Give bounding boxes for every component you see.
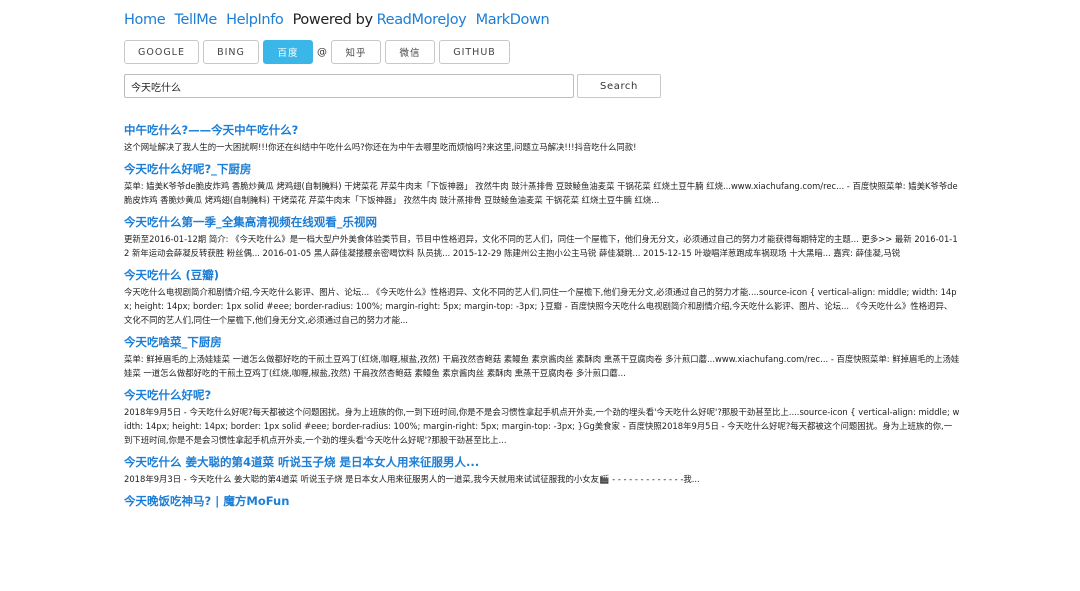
result-snippet: 更新至2016-01-12期 简介: 《今天吃什么》是一档大型户外美食体验类节目… (124, 234, 958, 258)
result-title-link[interactable]: 今天吃什么 姜大聪的第4道菜 听说玉子烧 是日本女人用来征服男人... (124, 454, 960, 471)
readmorejoy-link[interactable]: ReadMoreJoy (377, 12, 467, 28)
result-title-link[interactable]: 今天吃什么好呢? (124, 387, 960, 404)
powered-by-text: Powered by (292, 12, 373, 28)
result-item: 中午吃什么?——今天中午吃什么? 这个网址解决了我人生的一大困扰啊!!!你还在纠… (124, 122, 960, 154)
result-snippet: 菜单: 嫱美K爷爷de脆皮炸鸡 香脆炒黄瓜 烤鸡翅(自制腌料) 干烤菜花 芹菜牛… (124, 181, 958, 205)
result-item: 今天吃什么 姜大聪的第4道菜 听说玉子烧 是日本女人用来征服男人... 2018… (124, 454, 960, 486)
result-title-link[interactable]: 今天晚饭吃神马? | 魔方MoFun (124, 493, 960, 510)
result-item: 今天吃什么 (豆瓣) 今天吃什么电视剧简介和剧情介绍,今天吃什么影评、图片、论坛… (124, 267, 960, 327)
result-title-link[interactable]: 今天吃啥菜_下厨房 (124, 334, 960, 351)
engine-bing-button[interactable]: BING (203, 40, 259, 64)
home-link[interactable]: Home (124, 12, 166, 28)
result-snippet: 2018年9月5日 - 今天吃什么好呢?每天都被这个问题困扰。身为上班族的你,一… (124, 407, 960, 445)
engine-google-button[interactable]: GOOGLE (124, 40, 199, 64)
result-title-link[interactable]: 中午吃什么?——今天中午吃什么? (124, 122, 960, 139)
result-item: 今天吃什么第一季_全集高清视频在线观看_乐视网 更新至2016-01-12期 简… (124, 214, 960, 260)
result-item: 今天吃啥菜_下厨房 菜单: 鲜掉眉毛的上汤娃娃菜 一道怎么做都好吃的干煎土豆鸡丁… (124, 334, 960, 380)
tellme-link[interactable]: TellMe (174, 12, 217, 28)
result-item: 今天吃什么好呢?_下厨房 菜单: 嫱美K爷爷de脆皮炸鸡 香脆炒黄瓜 烤鸡翅(自… (124, 161, 960, 207)
result-snippet: 今天吃什么电视剧简介和剧情介绍,今天吃什么影评、图片、论坛... 《今天吃什么》… (124, 287, 957, 325)
result-title-link[interactable]: 今天吃什么好呢?_下厨房 (124, 161, 960, 178)
engine-zhihu-button[interactable]: 知乎 (331, 40, 381, 64)
top-nav: Home TellMe HelpInfo Powered by ReadMoreJ… (124, 12, 554, 28)
search-bar: Search (124, 74, 661, 98)
result-title-link[interactable]: 今天吃什么第一季_全集高清视频在线观看_乐视网 (124, 214, 960, 231)
engine-weixin-button[interactable]: 微信 (385, 40, 435, 64)
result-snippet: 这个网址解决了我人生的一大困扰啊!!!你还在纠结中午吃什么吗?你还在为中午去哪里… (124, 142, 637, 152)
engine-baidu-button[interactable]: 百度 (263, 40, 313, 64)
engine-github-button[interactable]: GITHUB (439, 40, 510, 64)
result-snippet: 菜单: 鲜掉眉毛的上汤娃娃菜 一道怎么做都好吃的干煎土豆鸡丁(红烧,咖喱,椒盐,… (124, 354, 960, 378)
result-snippet: 2018年9月3日 - 今天吃什么 姜大聪的第4道菜 听说玉子烧 是日本女人用来… (124, 474, 700, 484)
search-input[interactable] (124, 74, 574, 98)
search-button[interactable]: Search (577, 74, 661, 98)
result-item: 今天晚饭吃神马? | 魔方MoFun (124, 493, 960, 510)
result-title-link[interactable]: 今天吃什么 (豆瓣) (124, 267, 960, 284)
at-symbol: @ (317, 46, 327, 58)
markdown-link[interactable]: MarkDown (476, 12, 550, 28)
helpinfo-link[interactable]: HelpInfo (226, 12, 284, 28)
results-list: 中午吃什么?——今天中午吃什么? 这个网址解决了我人生的一大困扰啊!!!你还在纠… (124, 122, 960, 517)
engine-selector: GOOGLE BING 百度 @ 知乎 微信 GITHUB (124, 40, 514, 64)
result-item: 今天吃什么好呢? 2018年9月5日 - 今天吃什么好呢?每天都被这个问题困扰。… (124, 387, 960, 447)
